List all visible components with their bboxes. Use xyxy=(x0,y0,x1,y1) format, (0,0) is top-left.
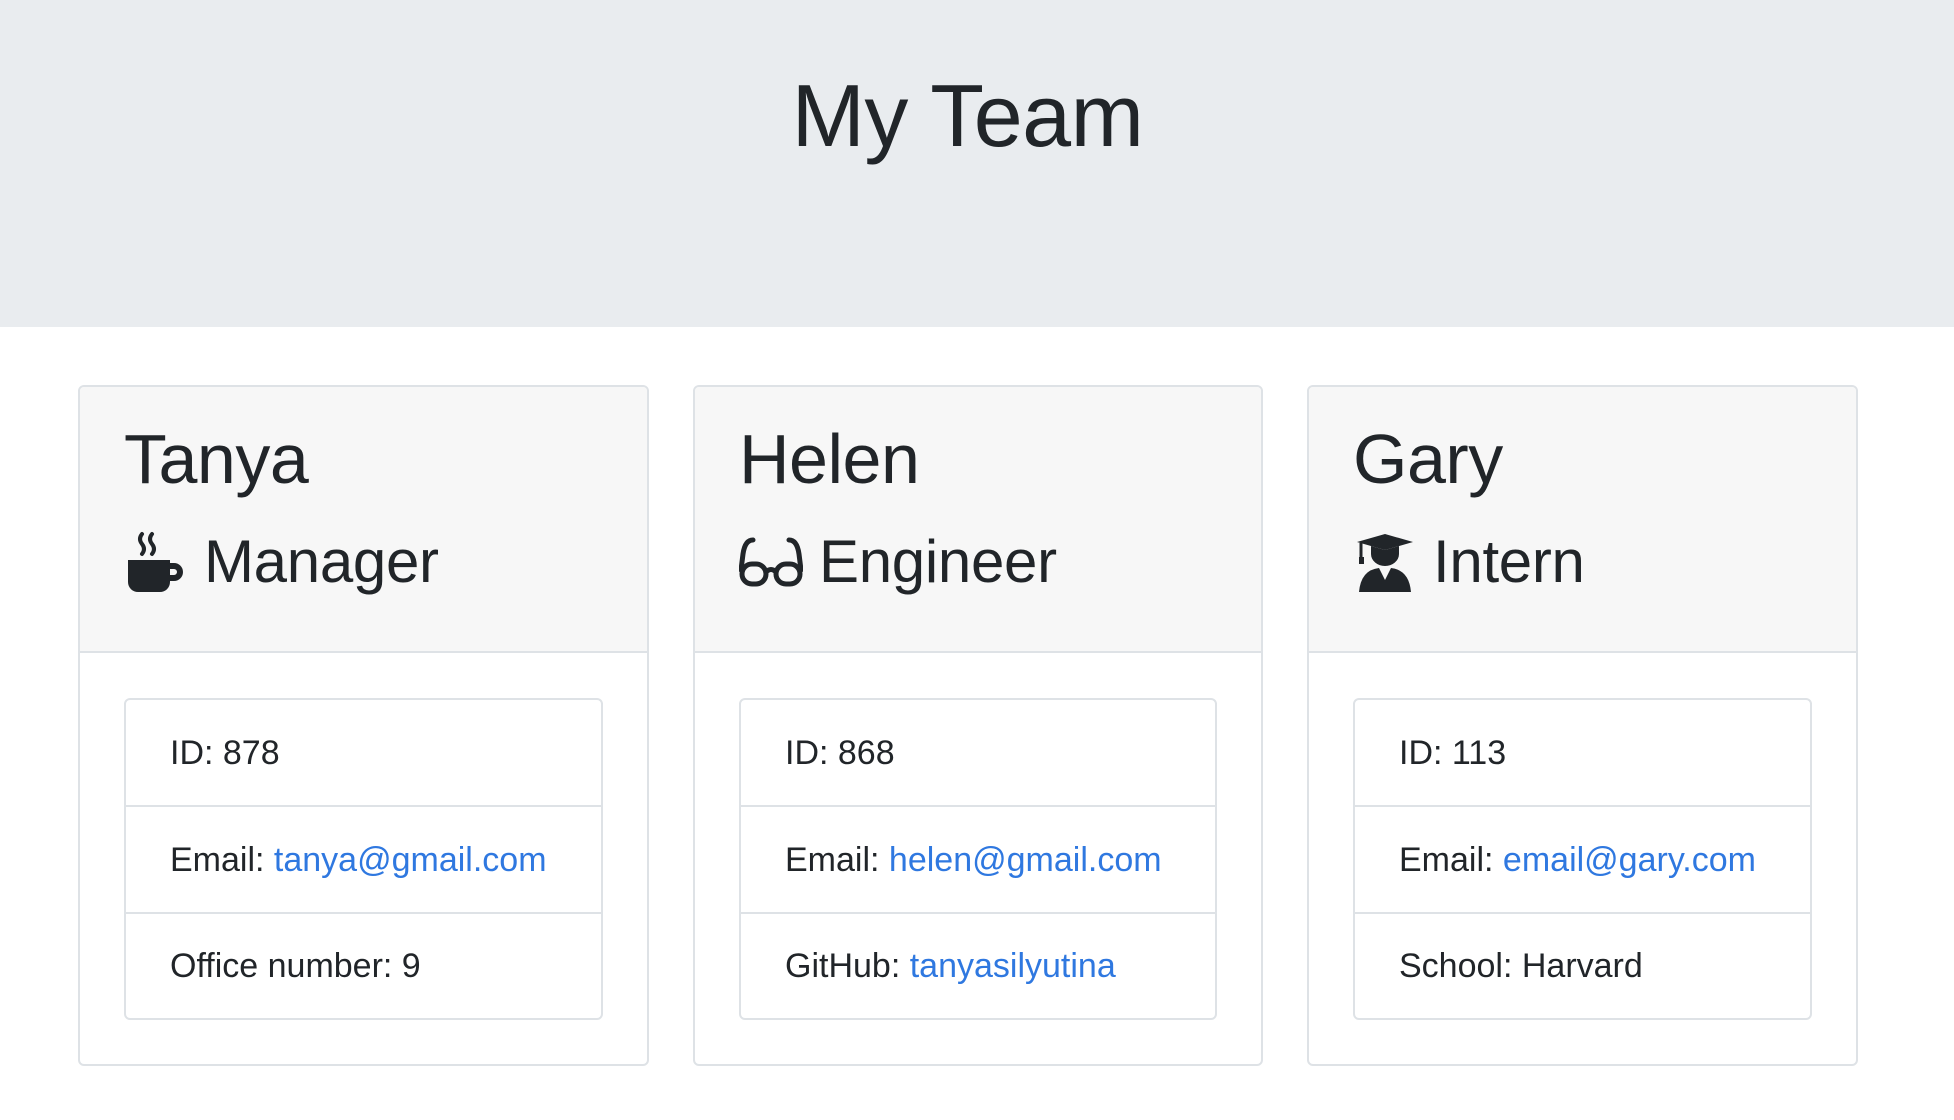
email-label: Email: xyxy=(170,841,274,879)
employee-role: Engineer xyxy=(739,527,1057,596)
jumbotron-header: My Team xyxy=(0,0,1954,327)
card-header: Helen Engineer xyxy=(695,387,1261,653)
page-title: My Team xyxy=(791,66,1144,165)
employee-id: ID: 878 xyxy=(126,700,601,807)
coffee-icon xyxy=(124,530,188,594)
employee-card-engineer: Helen Engineer ID: 868 Email: helen@gmai… xyxy=(693,385,1263,1066)
github-link[interactable]: tanyasilyutina xyxy=(910,947,1116,985)
employee-id: ID: 113 xyxy=(1355,700,1810,807)
email-label: Email: xyxy=(1399,841,1503,879)
role-label: Manager xyxy=(204,528,439,595)
role-label: Intern xyxy=(1433,528,1585,595)
office-number: Office number: 9 xyxy=(170,947,421,985)
employee-name: Gary xyxy=(1353,420,1503,498)
github-row: GitHub: tanyasilyutina xyxy=(741,914,1215,1018)
employee-details-list: ID: 878 Email: tanya@gmail.com Office nu… xyxy=(124,698,603,1020)
email-link[interactable]: email@gary.com xyxy=(1503,841,1756,879)
employee-email-row: Email: helen@gmail.com xyxy=(741,807,1215,914)
card-header: Tanya Manager xyxy=(80,387,647,653)
employee-card-manager: Tanya Manager ID: 878 Email: tanya@gmail… xyxy=(78,385,649,1066)
email-label: Email: xyxy=(785,841,889,879)
employee-name: Helen xyxy=(739,420,920,498)
employee-role: Intern xyxy=(1353,527,1585,596)
github-label: GitHub: xyxy=(785,947,910,985)
employee-id: ID: 868 xyxy=(741,700,1215,807)
school-row: School: Harvard xyxy=(1399,947,1643,985)
employee-email-row: Email: email@gary.com xyxy=(1355,807,1810,914)
graduate-icon xyxy=(1353,530,1417,594)
employee-card-intern: Gary Intern ID: 113 Email: email@gary.co… xyxy=(1307,385,1858,1066)
card-header: Gary Intern xyxy=(1309,387,1856,653)
glasses-icon xyxy=(739,530,803,594)
employee-role: Manager xyxy=(124,527,439,596)
email-link[interactable]: tanya@gmail.com xyxy=(274,841,547,879)
employee-name: Tanya xyxy=(124,420,309,498)
employee-details-list: ID: 868 Email: helen@gmail.com GitHub: t… xyxy=(739,698,1217,1020)
employee-email-row: Email: tanya@gmail.com xyxy=(126,807,601,914)
role-label: Engineer xyxy=(819,528,1057,595)
email-link[interactable]: helen@gmail.com xyxy=(889,841,1162,879)
employee-details-list: ID: 113 Email: email@gary.com School: Ha… xyxy=(1353,698,1812,1020)
